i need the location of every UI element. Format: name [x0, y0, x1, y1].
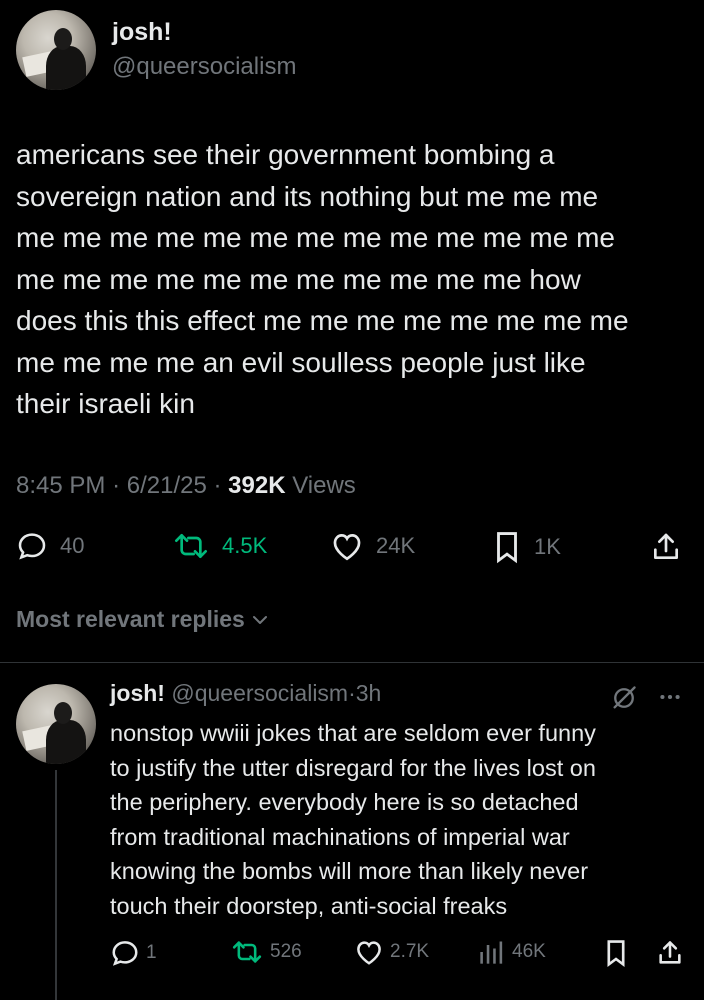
grok-button[interactable]	[610, 684, 638, 717]
reply-icon	[112, 941, 138, 966]
chevron-down-icon	[252, 615, 267, 624]
reply-retweet-button[interactable]: 526	[230, 938, 302, 966]
reply-count: 40	[60, 533, 85, 558]
reply-icon	[18, 533, 46, 560]
reply-like-button[interactable]: 2.7K	[354, 938, 429, 966]
more-icon	[660, 694, 680, 700]
reply-views-button[interactable]: 46K	[478, 938, 546, 966]
retweet-count: 4.5K	[222, 533, 268, 558]
share-icon	[659, 941, 681, 964]
bookmark-count: 1K	[534, 534, 561, 559]
grok-icon	[613, 686, 636, 709]
reply-button[interactable]: 40	[16, 530, 84, 562]
reply-retweet-count: 526	[270, 941, 302, 962]
views-icon	[480, 941, 503, 964]
reply-reply-count: 1	[146, 942, 157, 963]
meta-separator: ·	[213, 472, 222, 499]
more-button[interactable]	[656, 684, 684, 715]
reply-bookmark-button[interactable]	[604, 938, 628, 968]
tweet-date[interactable]: 6/21/25	[127, 472, 207, 499]
thread-line	[55, 770, 57, 1000]
like-icon	[357, 941, 381, 965]
reply-header: josh! @queersocialism·3h	[110, 680, 381, 707]
reply-avatar[interactable]	[16, 684, 96, 764]
like-count: 24K	[376, 533, 416, 558]
tweet-time[interactable]: 8:45 PM	[16, 472, 105, 499]
reply-views-count: 46K	[512, 941, 546, 962]
reply-author-name[interactable]: josh!	[110, 680, 165, 706]
bookmark-icon	[497, 532, 517, 564]
share-button[interactable]	[650, 530, 682, 564]
author-handle[interactable]: @queersocialism	[112, 53, 296, 81]
views-count: 392K	[228, 472, 286, 499]
retweet-icon	[175, 534, 208, 558]
divider	[0, 662, 704, 663]
retweet-icon	[232, 941, 262, 963]
reply-like-count: 2.7K	[390, 941, 430, 962]
avatar[interactable]	[16, 10, 96, 90]
reply-reply-button[interactable]: 1	[110, 938, 157, 968]
reply-text: nonstop wwiii jokes that are seldom ever…	[110, 720, 596, 919]
retweet-button[interactable]: 4.5K	[172, 530, 267, 562]
bookmark-icon	[607, 940, 625, 968]
meta-separator: ·	[112, 472, 121, 499]
bookmark-button[interactable]: 1K	[492, 530, 561, 564]
views-label: Views	[292, 472, 356, 499]
replies-sort-label: Most relevant replies	[16, 606, 245, 632]
like-icon	[333, 534, 361, 561]
reply-share-button[interactable]	[656, 938, 684, 968]
reply-author-handle[interactable]: @queersocialism	[171, 680, 348, 706]
reply-separator: ·	[348, 680, 356, 706]
tweet-text: americans see their government bombing a…	[16, 139, 629, 419]
author-name[interactable]: josh!	[112, 18, 172, 47]
share-icon	[654, 533, 678, 559]
tweet-meta: 8:45 PM · 6/21/25 · 392K Views	[16, 472, 356, 500]
like-button[interactable]: 24K	[330, 530, 415, 562]
replies-sort-dropdown[interactable]: Most relevant replies	[16, 606, 269, 633]
reply-time[interactable]: 3h	[356, 680, 382, 706]
